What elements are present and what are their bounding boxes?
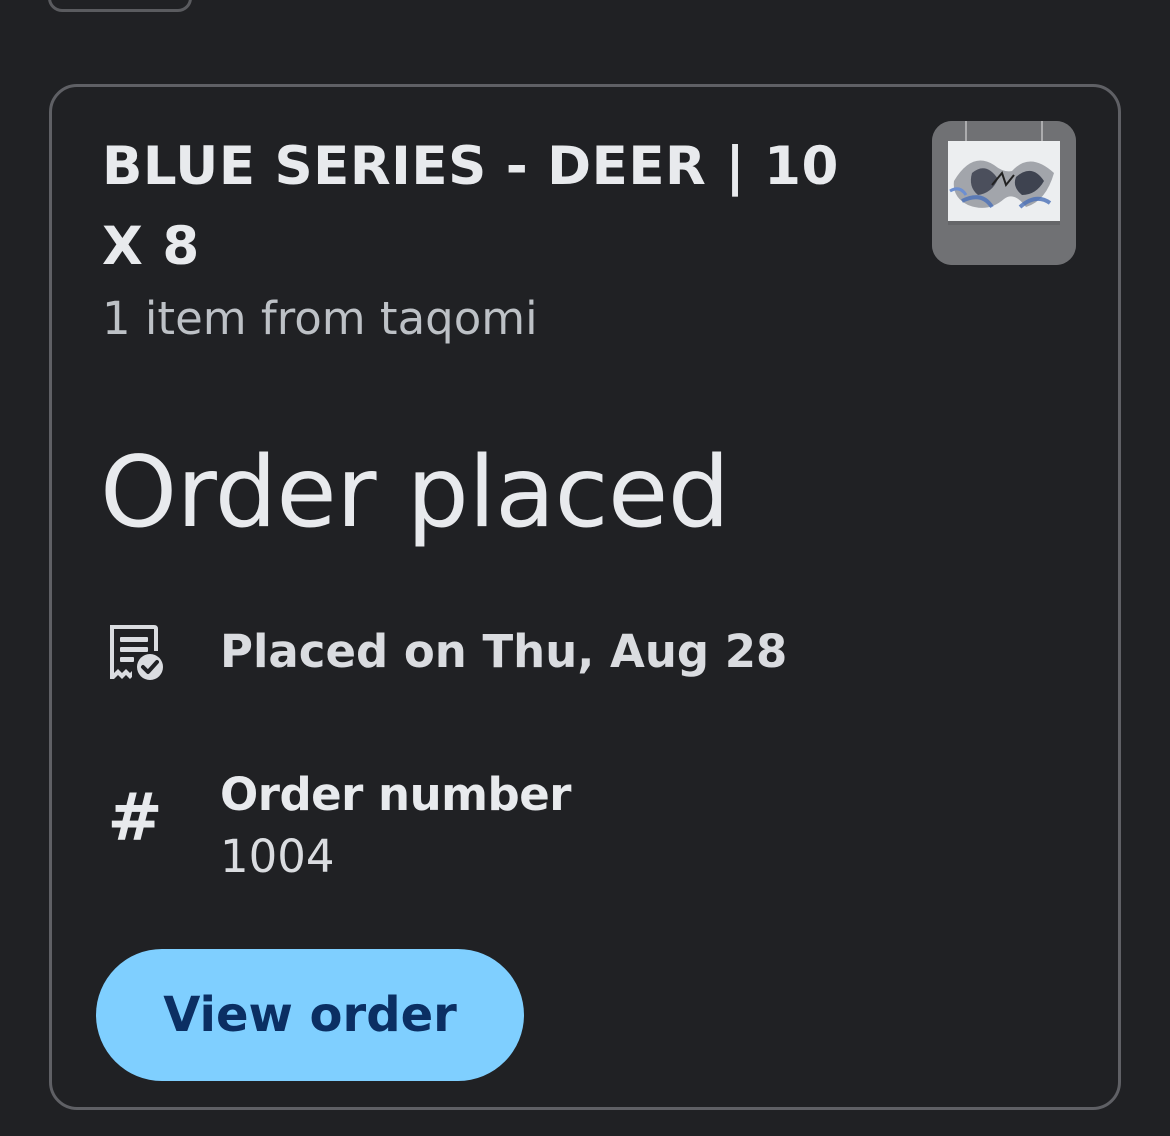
artwork-thumbnail[interactable] <box>932 121 1076 265</box>
order-card: BLUE SERIES - DEER | 10 X 8 1 item from … <box>49 84 1121 1110</box>
placed-date: Placed on Thu, Aug 28 <box>220 625 788 678</box>
order-number-label: Order number <box>220 768 571 821</box>
hash-icon: # <box>107 779 163 856</box>
product-title: BLUE SERIES - DEER | 10 X 8 <box>102 136 839 277</box>
previous-card-edge <box>48 0 192 12</box>
order-status: Order placed <box>100 436 730 550</box>
view-order-button[interactable]: View order <box>96 949 524 1081</box>
receipt-check-icon <box>104 621 166 683</box>
order-number-value: 1004 <box>220 830 335 883</box>
item-count-seller: 1 item from taqomi <box>102 292 538 345</box>
